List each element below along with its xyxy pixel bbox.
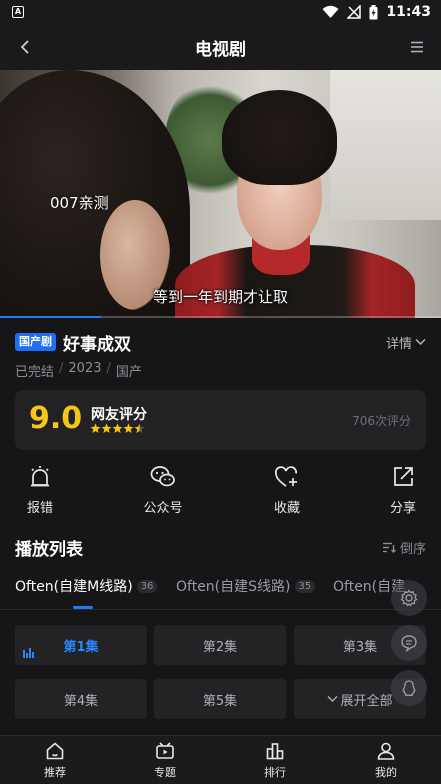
show-meta: 已完结 / 2023 / 国产 [15,361,142,380]
app-bar: 电视剧 [0,24,441,70]
share-icon [394,467,413,486]
sort-button[interactable]: 倒序 [382,538,426,557]
show-title-row: 国产剧 好事成双 详情 [15,330,426,355]
playlist-title: 播放列表 [15,540,83,560]
signal-off-icon [347,5,362,19]
home-icon [46,742,64,760]
episode-label: 第3集 [342,639,378,655]
sort-label: 倒序 [399,542,426,557]
rating-count: 706次评分 [352,414,411,428]
status-icons: 11:43 [322,3,431,21]
source-tab-m[interactable]: Often(自建M线路) 36 [15,576,158,596]
episode-button-1[interactable]: 第1集 [15,625,147,665]
chevron-down-icon [415,338,426,346]
rating-stars [90,423,146,437]
battery-icon [369,4,378,19]
report-error-button[interactable]: 报错 [5,465,75,516]
wechat-account-button[interactable]: 公众号 [128,465,198,516]
scene-woman-hair [222,90,337,185]
menu-button[interactable] [405,35,429,59]
source-tab-indicator [73,606,93,609]
playlist-header: 播放列表 倒序 [15,535,426,560]
status-bar: A 11:43 [0,0,441,24]
favorite-button[interactable]: 收藏 [252,465,322,516]
qq-icon [402,680,416,697]
nav-topics[interactable]: 专题 [135,741,195,780]
wechat-account-label: 公众号 [143,501,183,516]
alarm-icon [31,466,49,487]
source-count-badge: 35 [294,579,316,593]
details-label: 详情 [385,336,412,352]
wechat-icon [150,466,175,487]
profile-icon [377,742,395,760]
video-subtitle: 等到一年到期才让取 [152,288,288,306]
ranking-icon [266,743,284,760]
nav-ranking-label: 排行 [264,766,286,779]
wifi-icon [322,5,339,18]
settings-float-button[interactable] [391,580,427,616]
app-notification-icon: A [12,6,24,18]
player-progress-bar[interactable] [0,316,441,318]
expand-all-label: 展开全部 [340,693,393,709]
chevron-down-icon [327,696,338,702]
episode-label: 第5集 [202,693,238,709]
favorite-label: 收藏 [273,501,300,516]
source-tab-s[interactable]: Often(自建S线路) 35 [176,576,316,596]
report-error-label: 报错 [26,501,53,516]
rating-card: 9.0 网友评分 706次评分 [15,390,426,450]
player-progress-fill [0,316,102,318]
nav-profile[interactable]: 我的 [356,741,416,780]
comment-icon [401,635,417,652]
bottom-navigation: 推荐 专题 排行 我的 [0,735,441,784]
episode-button-4[interactable]: 第4集 [15,679,147,719]
episode-label: 第2集 [202,639,238,655]
heart-plus-icon [275,466,297,487]
sort-icon [382,542,396,553]
share-button[interactable]: 分享 [368,465,438,516]
nav-topics-label: 专题 [154,766,176,779]
show-title: 好事成双 [63,334,131,355]
nav-profile-label: 我的 [375,766,397,779]
comment-float-button[interactable] [391,625,427,661]
meta-separator: / [106,361,111,376]
source-count-badge: 36 [136,579,158,593]
tv-icon [156,742,174,759]
qq-float-button[interactable] [391,670,427,706]
share-label: 分享 [389,501,416,516]
meta-year: 2023 [68,361,102,376]
episode-button-2[interactable]: 第2集 [154,625,286,665]
meta-status: 已完结 [15,365,55,380]
nav-recommend[interactable]: 推荐 [25,741,85,780]
details-button[interactable]: 详情 [386,333,426,352]
rating-score: 9.0 [29,401,83,436]
clock: 11:43 [386,4,431,20]
action-row: 报错 公众号 收藏 分享 [0,465,441,520]
episode-label: 第4集 [63,693,99,709]
video-watermark: 007亲测 [50,194,109,212]
source-tabs: Often(自建M线路) 36 Often(自建S线路) 35 Often(自建 [0,572,441,610]
stars-icon [90,423,145,433]
meta-separator: / [59,361,64,376]
scene-window [330,70,441,220]
episode-button-5[interactable]: 第5集 [154,679,286,719]
video-player[interactable]: 007亲测 等到一年到期才让取 [0,70,441,318]
now-playing-icon [23,648,34,658]
category-badge: 国产剧 [15,333,56,351]
episode-label: 第1集 [63,639,99,655]
rating-label: 网友评分 [91,407,147,423]
source-tab-label: Often(自建S线路) [176,579,291,595]
source-tab-label: Often(自建M线路) [15,579,133,595]
page-title: 电视剧 [195,40,246,60]
gear-icon [400,589,418,607]
nav-recommend-label: 推荐 [44,766,66,779]
nav-ranking[interactable]: 排行 [245,741,305,780]
meta-region: 国产 [115,365,142,380]
menu-icon [411,41,423,53]
